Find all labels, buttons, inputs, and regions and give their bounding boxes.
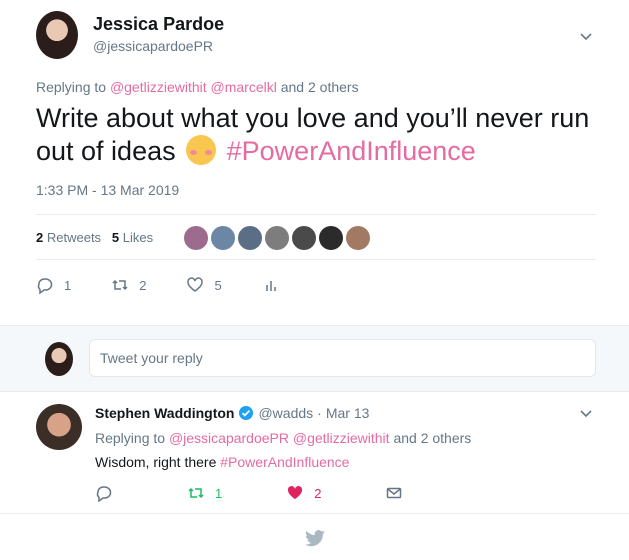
chevron-down-icon[interactable] — [578, 405, 594, 421]
like-count: 5 — [214, 277, 222, 293]
heart-icon — [187, 277, 204, 292]
tweet-text: Write about what you love and you’ll nev… — [36, 102, 596, 168]
liker-avatar[interactable] — [265, 226, 289, 250]
author-name[interactable]: Jessica Pardoe — [93, 14, 224, 35]
retweet-icon — [188, 487, 204, 499]
liker-avatar[interactable] — [211, 226, 235, 250]
analytics-icon — [265, 281, 276, 291]
separator: · — [317, 405, 322, 421]
liker-avatars — [184, 226, 370, 250]
author-handle[interactable]: @jessicapardoePR — [93, 38, 213, 54]
reply-text: Wisdom, right there #PowerAndInfluence — [95, 454, 349, 470]
replying-mentions[interactable]: @jessicapardoePR @getlizziewithit — [169, 430, 390, 446]
reply-icon — [37, 278, 53, 294]
tweet-date[interactable]: Mar 13 — [326, 405, 370, 421]
avatar[interactable] — [36, 404, 82, 450]
reply-input[interactable]: Tweet your reply — [89, 339, 596, 377]
direct-message-button[interactable] — [385, 484, 413, 502]
avatar[interactable] — [36, 11, 78, 59]
retweet-count: 1 — [215, 485, 223, 501]
reply-body: Wisdom, right there — [95, 454, 217, 470]
engagement-stats: 2 Retweets 5 Likes — [36, 230, 153, 245]
liker-avatar[interactable] — [238, 226, 262, 250]
hashtag-link[interactable]: #PowerAndInfluence — [227, 136, 476, 166]
reply-tweet[interactable]: Stephen Waddington @wadds · Mar 13 Reply… — [0, 392, 629, 514]
divider — [36, 259, 596, 260]
reply-button[interactable] — [95, 484, 123, 502]
timestamp: 1:33 PM - 13 Mar 2019 — [36, 182, 180, 198]
retweet-button[interactable]: 2 — [111, 276, 146, 294]
avatar[interactable] — [45, 342, 73, 376]
replying-to-prefix: Replying to — [36, 79, 107, 95]
like-button[interactable]: 5 — [186, 276, 222, 294]
replying-to: Replying to @getlizziewithit @marcelkl a… — [36, 79, 359, 95]
like-count: 2 — [314, 485, 322, 501]
twitter-bird-icon — [305, 530, 325, 547]
like-button[interactable]: 2 — [286, 484, 321, 502]
liker-avatar[interactable] — [346, 226, 370, 250]
likes-stat[interactable]: 5 Likes — [112, 230, 153, 245]
reply-composer: Tweet your reply — [0, 325, 629, 392]
liker-avatar[interactable] — [292, 226, 316, 250]
liker-avatar[interactable] — [319, 226, 343, 250]
liker-avatar[interactable] — [184, 226, 208, 250]
divider — [36, 214, 596, 215]
reply-actions: 1 2 — [95, 484, 477, 502]
author-name[interactable]: Stephen Waddington — [95, 405, 234, 421]
retweets-stat[interactable]: 2 Retweets — [36, 230, 101, 245]
replying-to-prefix: Replying to — [95, 430, 166, 446]
envelope-icon — [387, 487, 402, 499]
reply-count: 1 — [64, 277, 72, 293]
author-handle[interactable]: @wadds — [258, 405, 313, 421]
tweet-actions: 1 2 5 — [36, 276, 330, 294]
main-tweet: Jessica Pardoe @jessicapardoePR Replying… — [0, 0, 629, 325]
retweet-button[interactable]: 1 — [187, 484, 222, 502]
replying-suffix[interactable]: and 2 others — [281, 79, 359, 95]
retweet-icon — [112, 279, 128, 291]
reply-icon — [96, 486, 112, 502]
verified-badge-icon — [239, 406, 254, 420]
hashtag-link[interactable]: #PowerAndInfluence — [220, 454, 349, 470]
heart-filled-icon — [288, 486, 303, 499]
replying-mentions[interactable]: @getlizziewithit @marcelkl — [110, 79, 277, 95]
replying-suffix[interactable]: and 2 others — [393, 430, 471, 446]
blushing-face-emoji-icon — [186, 135, 217, 165]
chevron-down-icon[interactable] — [578, 28, 594, 44]
analytics-button[interactable] — [262, 276, 290, 294]
reply-header: Stephen Waddington @wadds · Mar 13 — [95, 405, 369, 421]
retweet-count: 2 — [139, 277, 147, 293]
reply-button[interactable]: 1 — [36, 276, 71, 294]
replying-to: Replying to @jessicapardoePR @getlizziew… — [95, 430, 471, 446]
